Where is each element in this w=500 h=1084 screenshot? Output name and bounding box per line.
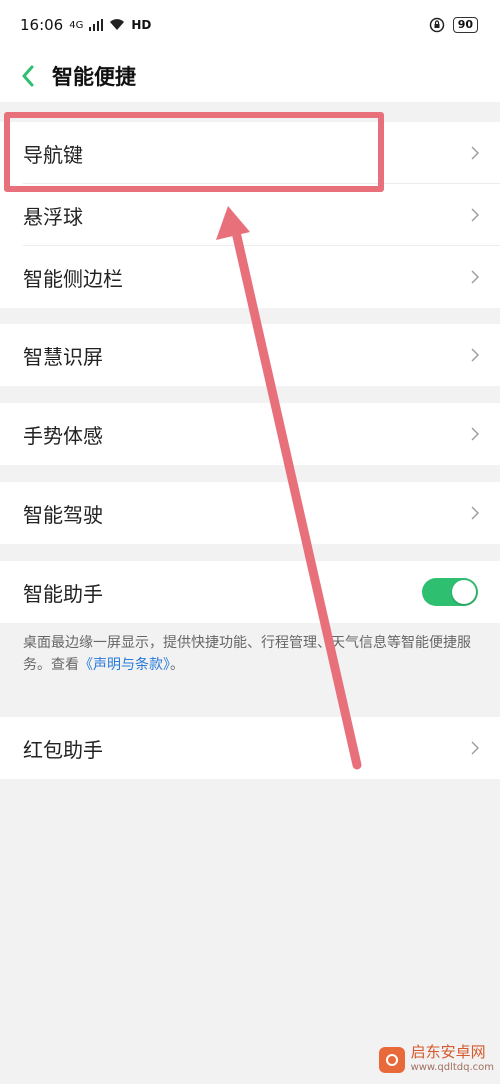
settings-group-driving: 智能驾驶 xyxy=(0,482,500,544)
description-suffix: 。 xyxy=(170,657,184,673)
row-label: 红包助手 xyxy=(23,737,103,762)
row-floating-ball[interactable]: 悬浮球 xyxy=(0,184,500,246)
assistant-description: 桌面最边缘一屏显示，提供快捷功能、行程管理、天气信息等智能便捷服务。查看《声明与… xyxy=(23,632,483,676)
chevron-right-icon xyxy=(471,270,479,284)
status-time: 16:06 xyxy=(20,16,64,34)
rotation-lock-icon xyxy=(429,17,444,33)
row-label: 手势体感 xyxy=(23,423,103,448)
toggle-knob xyxy=(452,580,476,604)
row-label: 智慧识屏 xyxy=(23,344,103,369)
watermark-name: 启东安卓网 xyxy=(410,1043,486,1061)
signal-bars-icon xyxy=(89,19,104,31)
settings-group-red-packet: 红包助手 xyxy=(0,717,500,779)
settings-group-navigation: 导航键 悬浮球 智能侧边栏 xyxy=(0,122,500,308)
row-red-packet-assistant[interactable]: 红包助手 xyxy=(0,717,500,779)
status-bar: 16:06 4G HD 90 xyxy=(0,0,500,50)
row-label: 导航键 xyxy=(23,142,83,167)
settings-group-screen-recognition: 智慧识屏 xyxy=(0,324,500,386)
wifi-icon xyxy=(110,19,125,30)
row-label: 智能侧边栏 xyxy=(23,266,123,291)
watermark-logo-icon xyxy=(378,1047,405,1073)
chevron-right-icon xyxy=(471,146,479,160)
watermark-site: www.qdltdq.com xyxy=(410,1062,494,1073)
smart-assistant-toggle[interactable] xyxy=(422,578,478,606)
page-title: 智能便捷 xyxy=(52,65,136,89)
chevron-right-icon xyxy=(471,427,479,441)
chevron-right-icon xyxy=(471,741,479,755)
page-header: 智能便捷 xyxy=(0,50,500,102)
row-smart-sidebar[interactable]: 智能侧边栏 xyxy=(0,246,500,308)
terms-link[interactable]: 《声明与条款》 xyxy=(79,657,170,673)
back-button[interactable] xyxy=(8,56,48,96)
row-smart-driving[interactable]: 智能驾驶 xyxy=(0,482,500,544)
row-smart-screen-recognition[interactable]: 智慧识屏 xyxy=(0,324,500,386)
settings-group-gestures: 手势体感 xyxy=(0,403,500,465)
row-navigation-keys[interactable]: 导航键 xyxy=(0,122,500,184)
row-label: 智能驾驶 xyxy=(23,502,103,527)
hd-badge: HD xyxy=(131,18,152,32)
chevron-right-icon xyxy=(471,506,479,520)
chevron-left-icon xyxy=(22,65,34,87)
settings-group-assistant: 智能助手 xyxy=(0,561,500,623)
battery-indicator: 90 xyxy=(452,17,478,33)
watermark: 启东安卓网 www.qdltdq.com xyxy=(378,1043,494,1076)
chevron-right-icon xyxy=(471,208,479,222)
row-smart-assistant[interactable]: 智能助手 xyxy=(0,561,500,623)
chevron-right-icon xyxy=(471,348,479,362)
signal-icon: 4G xyxy=(69,19,84,31)
row-label: 悬浮球 xyxy=(23,204,83,229)
row-gestures-motion[interactable]: 手势体感 xyxy=(0,403,500,465)
